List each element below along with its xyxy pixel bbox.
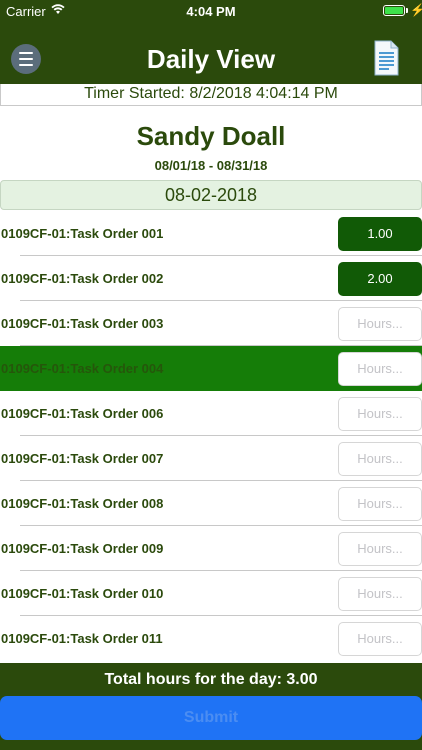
- hours-input[interactable]: Hours...: [338, 532, 422, 566]
- task-label: 0109CF-01:Task Order 011: [1, 631, 163, 646]
- timer-status: Timer Started: 8/2/2018 4:04:14 PM: [0, 84, 422, 106]
- hours-input[interactable]: Hours...: [338, 622, 422, 656]
- document-icon[interactable]: [372, 40, 400, 76]
- task-label: 0109CF-01:Task Order 004: [1, 361, 164, 376]
- status-time: 4:04 PM: [186, 4, 236, 19]
- task-row-selected[interactable]: 0109CF-01:Task Order 004 Hours...: [0, 346, 422, 391]
- task-row[interactable]: 0109CF-01:Task Order 009 Hours...: [0, 526, 422, 571]
- hours-input[interactable]: Hours...: [338, 352, 422, 386]
- pay-period: 08/01/18 - 08/31/18: [154, 158, 268, 173]
- task-row[interactable]: 0109CF-01:Task Order 003 Hours...: [0, 301, 422, 346]
- task-label: 0109CF-01:Task Order 001: [1, 226, 164, 241]
- task-row[interactable]: 0109CF-01:Task Order 006 Hours...: [0, 391, 422, 436]
- hours-input[interactable]: 2.00: [338, 262, 422, 296]
- hours-input[interactable]: 1.00: [338, 217, 422, 251]
- hours-input[interactable]: Hours...: [338, 442, 422, 476]
- task-label: 0109CF-01:Task Order 006: [1, 406, 164, 421]
- task-label: 0109CF-01:Task Order 007: [1, 451, 164, 466]
- hours-input[interactable]: Hours...: [338, 397, 422, 431]
- charging-icon: ⚡: [410, 3, 422, 17]
- battery-tip: [406, 8, 408, 13]
- task-label: 0109CF-01:Task Order 003: [1, 316, 164, 331]
- task-list: 0109CF-01:Task Order 001 1.00 0109CF-01:…: [0, 211, 422, 661]
- navigation-header: Carrier 4:04 PM ⚡ Daily View: [0, 0, 422, 84]
- employee-name: Sandy Doall: [136, 121, 286, 151]
- page-title: Daily View: [146, 44, 276, 74]
- hours-input[interactable]: Hours...: [338, 307, 422, 341]
- task-label: 0109CF-01:Task Order 009: [1, 541, 164, 556]
- task-label: 0109CF-01:Task Order 002: [1, 271, 164, 286]
- task-row[interactable]: 0109CF-01:Task Order 007 Hours...: [0, 436, 422, 481]
- task-row[interactable]: 0109CF-01:Task Order 008 Hours...: [0, 481, 422, 526]
- hours-input[interactable]: Hours...: [338, 487, 422, 521]
- date-selector[interactable]: 08-02-2018: [0, 180, 422, 210]
- task-row[interactable]: 0109CF-01:Task Order 002 2.00: [0, 256, 422, 301]
- status-bar: Carrier 4:04 PM ⚡: [0, 0, 422, 22]
- task-row[interactable]: 0109CF-01:Task Order 010 Hours...: [0, 571, 422, 616]
- total-hours: Total hours for the day: 3.00: [104, 671, 318, 688]
- hours-input[interactable]: Hours...: [338, 577, 422, 611]
- task-row[interactable]: 0109CF-01:Task Order 001 1.00: [0, 211, 422, 256]
- submit-button[interactable]: Submit: [0, 696, 422, 740]
- task-row[interactable]: 0109CF-01:Task Order 011 Hours...: [0, 616, 422, 661]
- task-label: 0109CF-01:Task Order 010: [1, 586, 164, 601]
- task-label: 0109CF-01:Task Order 008: [1, 496, 164, 511]
- battery-icon: [383, 5, 405, 16]
